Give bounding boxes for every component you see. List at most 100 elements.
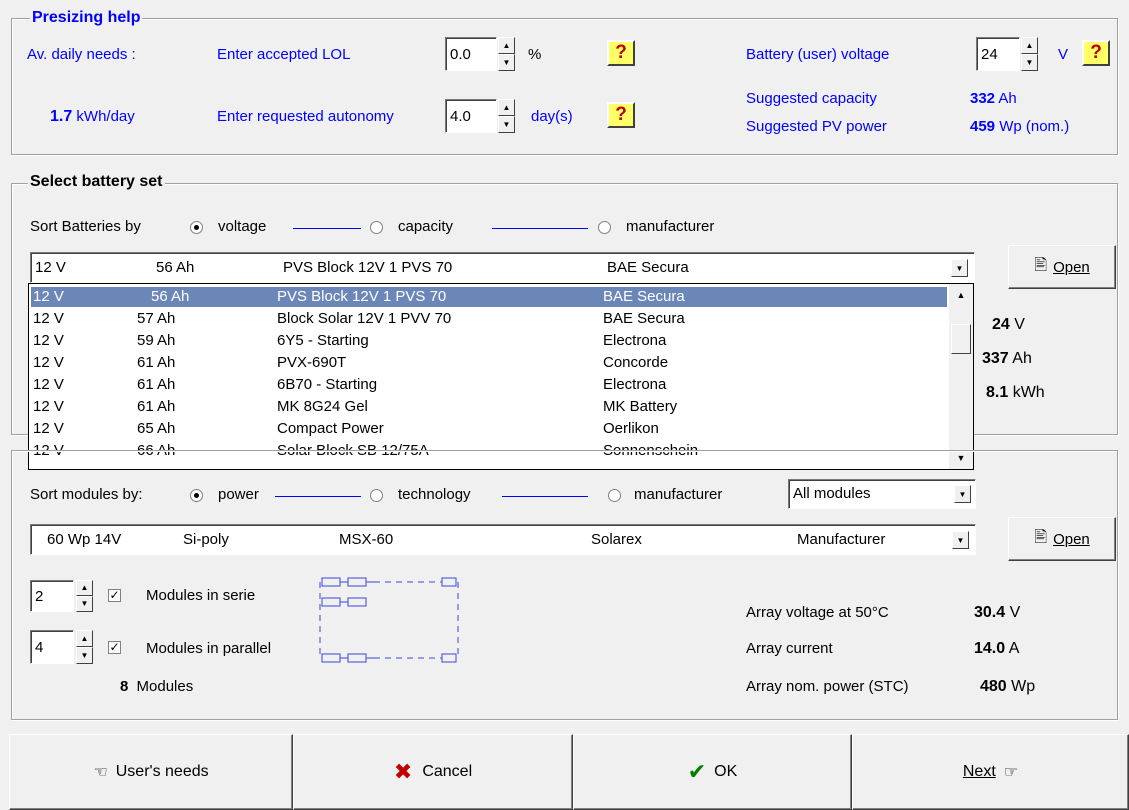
scroll-up-icon[interactable]: ▲ (949, 286, 973, 304)
module-selected-power: 60 Wp 14V (47, 531, 122, 548)
modules-sort-power-radio[interactable] (190, 489, 203, 502)
list-item[interactable]: 12 V 57 Ah Block Solar 12V 1 PVV 70 BAE … (31, 309, 947, 329)
battery-sort-manufacturer-radio[interactable] (598, 221, 611, 234)
battery-voltage-readout: 24 V (992, 316, 1025, 334)
lol-field[interactable]: 0.0 (445, 37, 497, 71)
autonomy-help-button[interactable]: ? (607, 102, 635, 128)
parallel-field[interactable]: 4 (30, 630, 74, 664)
lol-unit: % (528, 46, 542, 63)
array-power-readout: 480 Wp (980, 678, 1035, 696)
module-selected-tech: Si-poly (183, 531, 229, 548)
parallel-label: Modules in parallel (146, 640, 272, 657)
battery-voltage-help-button[interactable]: ? (1082, 40, 1110, 66)
modules-sort-label: Sort modules by: (30, 486, 143, 503)
list-item[interactable]: 12 V 61 Ah PVX-690T Concorde (31, 353, 947, 373)
list-item[interactable]: 12 V 65 Ah Compact Power Oerlikon (31, 419, 947, 439)
users-needs-button[interactable]: ☜ User's needs (9, 734, 293, 810)
battery-energy-result-unit: kWh (1012, 384, 1045, 401)
battery-selected-maker: BAE Secura (607, 259, 689, 276)
modules-sort-technology-radio[interactable] (370, 489, 383, 502)
battery-selected-capacity: 56 Ah (156, 259, 195, 276)
lol-down[interactable]: ▼ (498, 54, 515, 71)
battery-sort-voltage-radio[interactable] (190, 221, 203, 234)
suggested-pv-readout: 459 Wp (nom.) (970, 118, 1069, 135)
array-current-label: Array current (746, 640, 833, 657)
battery-selected-row: 12 V 56 Ah PVS Block 12V 1 PVS 70 BAE Se… (33, 258, 933, 278)
battery-open-label: Open (1053, 258, 1090, 276)
parallel-down[interactable]: ▼ (76, 647, 93, 664)
serie-stepper[interactable]: ▲ ▼ (76, 580, 93, 612)
list-item[interactable]: 12 V 61 Ah 6B70 - Starting Electrona (31, 375, 947, 395)
open-file-icon: 🖹 (1034, 528, 1048, 546)
battery-sort-label: Sort Batteries by (30, 218, 141, 235)
battery-dropdown-arrow[interactable]: ▼ (951, 259, 968, 277)
lol-stepper[interactable]: ▲ ▼ (498, 37, 515, 71)
modules-filter-value: All modules (793, 485, 871, 502)
ok-label: OK (714, 763, 738, 780)
modules-sort-technology-label[interactable]: technology (398, 486, 471, 503)
modules-filter-select[interactable]: All modules ▼ (788, 479, 976, 509)
ok-button[interactable]: ✔ OK (573, 734, 852, 810)
parallel-stepper[interactable]: ▲ ▼ (76, 630, 93, 664)
battery-sort-capacity-radio[interactable] (370, 221, 383, 234)
autonomy-stepper[interactable]: ▲ ▼ (498, 99, 515, 133)
modules-sort-manufacturer-label[interactable]: manufacturer (634, 486, 722, 503)
serie-checkbox[interactable]: ✓ (108, 589, 121, 602)
module-selected-model: MSX-60 (339, 531, 394, 548)
module-dropdown-arrow[interactable]: ▼ (952, 531, 969, 549)
parallel-value: 4 (35, 639, 44, 656)
battery-list[interactable]: 12 V 56 Ah PVS Block 12V 1 PVS 70 BAE Se… (28, 283, 974, 470)
battery-voltage-stepper[interactable]: ▲ ▼ (1021, 37, 1038, 71)
battery-list-scrollbar[interactable]: ▲ ▼ (949, 284, 973, 469)
modules-sort-line-2 (502, 496, 588, 497)
av-daily-readout: 1.7 kWh/day (50, 108, 135, 126)
serie-down[interactable]: ▼ (76, 596, 93, 612)
list-item[interactable]: 12 V 61 Ah MK 8G24 Gel MK Battery (31, 397, 947, 417)
suggested-capacity-readout: 332 Ah (970, 90, 1017, 107)
next-button[interactable]: Next ☞ (852, 734, 1129, 810)
battery-voltage-up[interactable]: ▲ (1021, 37, 1038, 54)
parallel-up[interactable]: ▲ (76, 630, 93, 647)
battery-sort-voltage-label[interactable]: voltage (218, 218, 266, 235)
battery-voltage-down[interactable]: ▼ (1021, 54, 1038, 71)
battery-voltage-label: Battery (user) voltage (746, 46, 890, 63)
battery-energy-result: 8.1 (986, 384, 1009, 401)
serie-label: Modules in serie (146, 587, 256, 604)
battery-open-button[interactable]: 🖹 Open (1008, 245, 1116, 289)
module-open-button[interactable]: 🖹 Open (1008, 517, 1116, 561)
cancel-x-icon: ✖ (393, 759, 413, 784)
lol-help-button[interactable]: ? (607, 40, 635, 66)
cancel-button[interactable]: ✖ Cancel (293, 734, 573, 810)
hand-left-icon: ☜ (93, 764, 108, 781)
battery-capacity-result: 337 (982, 350, 1009, 367)
battery-voltage-field[interactable]: 24 (976, 37, 1020, 71)
suggested-capacity-label: Suggested capacity (746, 90, 877, 107)
serie-field[interactable]: 2 (30, 580, 74, 612)
modules-filter-arrow[interactable]: ▼ (954, 485, 971, 503)
battery-select[interactable]: 12 V 56 Ah PVS Block 12V 1 PVS 70 BAE Se… (30, 252, 975, 283)
cancel-label: Cancel (422, 763, 473, 780)
autonomy-field[interactable]: 4.0 (445, 99, 497, 133)
battery-sort-capacity-label[interactable]: capacity (398, 218, 453, 235)
array-diagram-icon (319, 577, 459, 663)
list-item[interactable]: 12 V 56 Ah PVS Block 12V 1 PVS 70 BAE Se… (31, 287, 947, 307)
autonomy-down[interactable]: ▼ (498, 116, 515, 133)
array-power-unit: Wp (1011, 678, 1036, 695)
serie-up[interactable]: ▲ (76, 580, 93, 596)
array-current-unit: A (1008, 640, 1020, 657)
parallel-checkbox[interactable]: ✓ (108, 641, 121, 654)
battery-capacity-readout: 337 Ah (982, 350, 1032, 368)
lol-up[interactable]: ▲ (498, 37, 515, 54)
list-item[interactable]: 12 V 59 Ah 6Y5 - Starting Electrona (31, 331, 947, 351)
module-select[interactable]: 60 Wp 14V Si-poly MSX-60 Solarex Manufac… (30, 524, 976, 555)
lol-label: Enter accepted LOL (217, 46, 351, 63)
av-daily-unit: kWh/day (76, 108, 135, 125)
battery-title: Select battery set (28, 173, 165, 191)
array-voltage-readout: 30.4 V (974, 604, 1020, 622)
battery-sort-manufacturer-label[interactable]: manufacturer (626, 218, 714, 235)
modules-sort-power-label[interactable]: power (218, 486, 259, 503)
autonomy-up[interactable]: ▲ (498, 99, 515, 116)
autonomy-value: 4.0 (450, 108, 471, 125)
modules-sort-manufacturer-radio[interactable] (608, 489, 621, 502)
scroll-thumb[interactable] (951, 324, 971, 354)
